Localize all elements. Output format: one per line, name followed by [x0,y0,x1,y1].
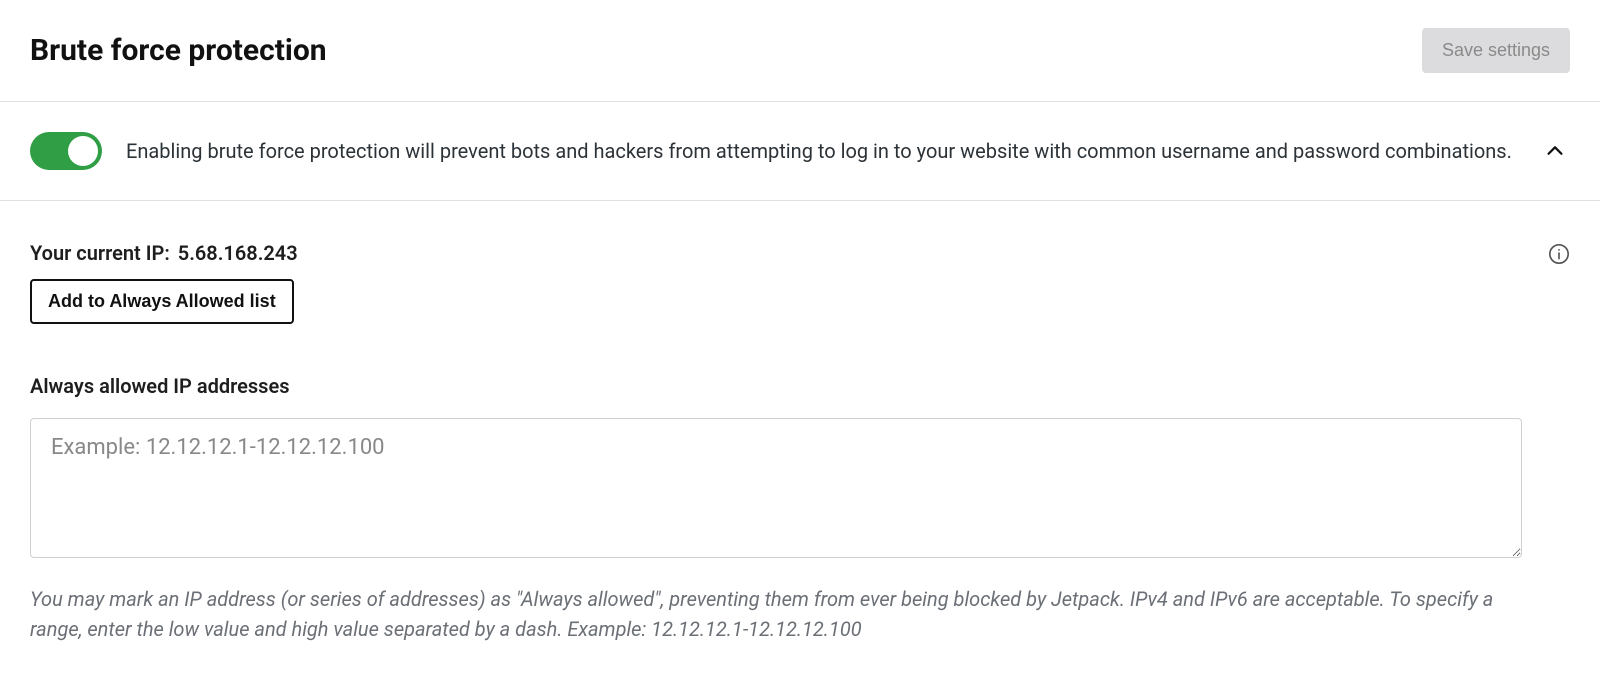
chevron-up-icon[interactable] [1540,136,1570,166]
current-ip-row: Your current IP: 5.68.168.243 Add to Alw… [30,241,1570,324]
body-section: Your current IP: 5.68.168.243 Add to Alw… [0,201,1600,674]
current-ip-prefix: Your current IP: [30,241,170,265]
current-ip-label: Your current IP: 5.68.168.243 [30,241,298,265]
toggle-description: Enabling brute force protection will pre… [126,136,1516,166]
brute-force-toggle[interactable] [30,132,102,170]
page-title: Brute force protection [30,33,327,68]
info-icon[interactable] [1548,243,1570,265]
allowlist-heading: Always allowed IP addresses [30,374,1570,398]
header-row: Brute force protection Save settings [0,0,1600,102]
allowlist-help-text: You may mark an IP address (or series of… [30,584,1522,644]
current-ip-value: 5.68.168.243 [178,241,298,265]
save-settings-button[interactable]: Save settings [1422,28,1570,73]
add-to-allowed-button[interactable]: Add to Always Allowed list [30,279,294,324]
allowlist-textarea[interactable] [30,418,1522,558]
toggle-knob [68,136,98,166]
toggle-section: Enabling brute force protection will pre… [0,102,1600,201]
